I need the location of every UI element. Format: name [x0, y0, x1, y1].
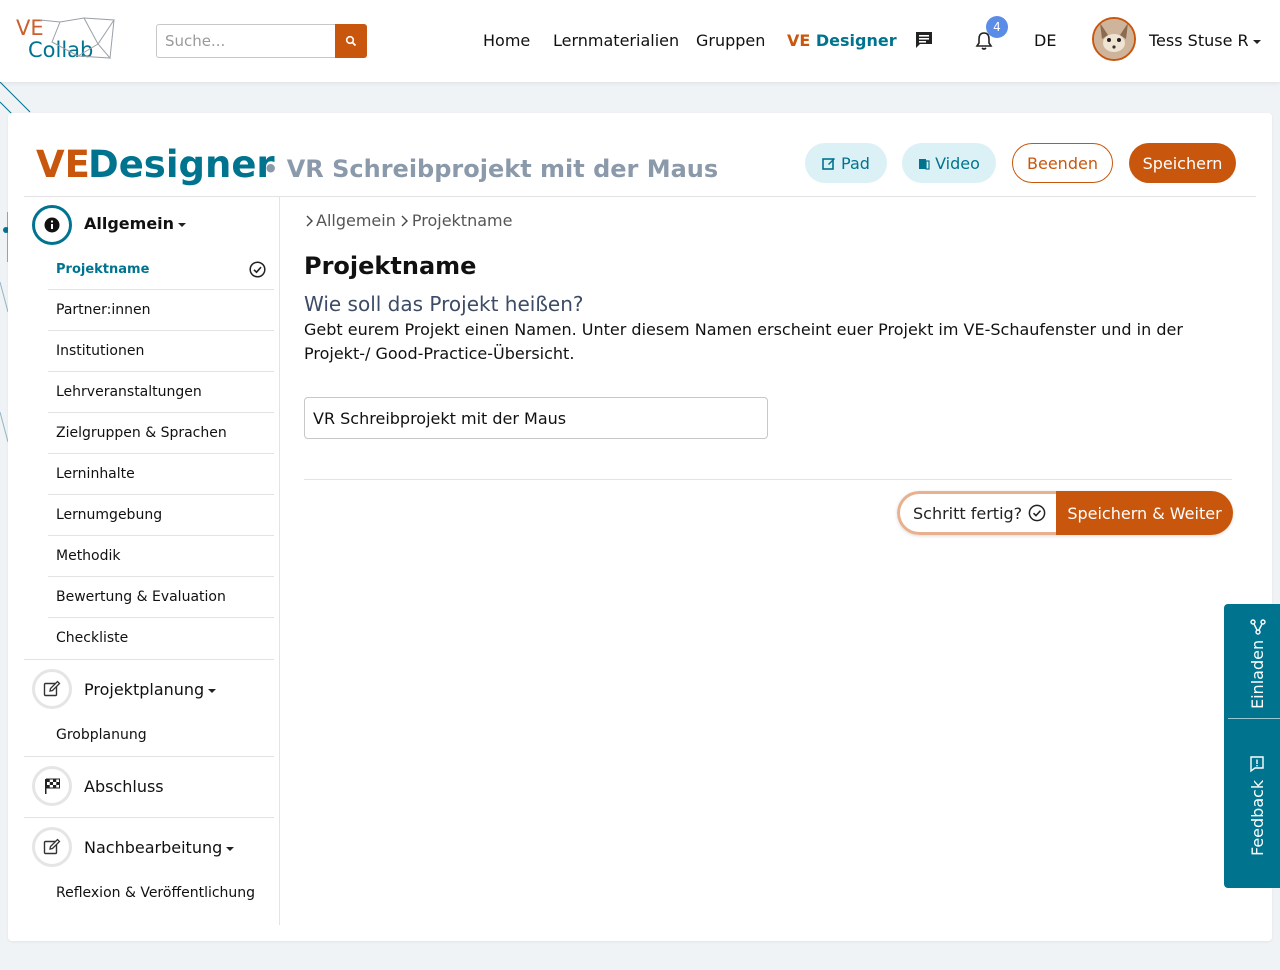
followup-section-icon [32, 827, 72, 867]
nav-home-link[interactable]: Home [483, 31, 530, 50]
section-followup-toggle[interactable]: Nachbearbeitung [84, 838, 235, 857]
invite-tab-label: Einladen [1248, 639, 1267, 709]
logo-network-icon [39, 17, 115, 59]
breadcrumb-item[interactable]: Projektname [412, 211, 513, 230]
check-circle-icon [1028, 504, 1046, 522]
sidebar-item-lernumgebung[interactable]: Lernumgebung [48, 495, 274, 536]
feedback-tab-label: Feedback [1248, 779, 1267, 856]
sidebar-item-methodik[interactable]: Methodik [48, 536, 274, 577]
user-avatar[interactable] [1092, 17, 1136, 61]
save-next-button[interactable]: Speichern & Weiter [1056, 491, 1233, 535]
sidebar-item-checkliste[interactable]: Checkliste [48, 618, 274, 659]
chevron-right-icon [401, 215, 408, 226]
pad-button[interactable]: Pad [805, 143, 887, 183]
caret-down-icon [178, 222, 187, 227]
caret-down-icon [1252, 39, 1261, 44]
feedback-tab[interactable]: Feedback [1224, 719, 1280, 888]
planning-section-icon [32, 669, 72, 709]
sidebar-item-bewertung[interactable]: Bewertung & Evaluation [48, 577, 274, 618]
section-general-toggle[interactable]: Allgemein [84, 214, 187, 233]
sidebar-divider [24, 756, 274, 757]
search-button[interactable] [335, 24, 367, 58]
end-button[interactable]: Beenden [1012, 143, 1113, 183]
breadcrumb: Allgemein Projektname [304, 211, 512, 230]
sidebar-item-reflexion[interactable]: Reflexion & Veröffentlichung [48, 873, 274, 914]
title-designer: Designer [88, 143, 275, 186]
video-button[interactable]: Video [902, 143, 996, 183]
closing-section-icon [32, 766, 72, 806]
door-video-icon [919, 159, 930, 170]
side-tabs: Einladen Feedback [1224, 604, 1280, 888]
invite-tab[interactable]: Einladen [1224, 604, 1280, 718]
designer-card: VE Designer • VR Schreibprojekt mit der … [8, 113, 1272, 941]
language-switch[interactable]: DE [1034, 31, 1056, 50]
page-title: Projektname [304, 252, 477, 280]
checkered-flag-icon [45, 778, 60, 794]
chevron-right-icon [306, 215, 313, 226]
project-name-input[interactable] [304, 397, 768, 439]
caret-down-icon [208, 688, 217, 693]
sidebar-item-projektname[interactable]: Projektname [48, 249, 274, 290]
designer-sidebar: Allgemein Projektname Partner:innen Inst… [24, 197, 280, 925]
sidebar-item-lehrveranstaltungen[interactable]: Lehrveranstaltungen [48, 372, 274, 413]
step-done-toggle[interactable]: Schritt fertig? [897, 491, 1057, 535]
sidebar-divider [24, 659, 274, 660]
sidebar-item-grobplanung[interactable]: Grobplanung [48, 715, 274, 756]
section-closing-link[interactable]: Abschluss [84, 777, 164, 796]
content-divider [304, 479, 1232, 480]
breadcrumb-item[interactable]: Allgemein [316, 211, 396, 230]
top-navbar: VE Collab Home Lernmaterialien Gruppen V… [0, 0, 1280, 82]
notification-count-badge: 4 [986, 16, 1008, 38]
sidebar-divider [24, 817, 274, 818]
project-subtitle: • VR Schreibprojekt mit der Maus [263, 155, 719, 183]
info-icon [44, 217, 60, 233]
search-input[interactable] [156, 24, 336, 58]
info-section-icon [32, 205, 72, 245]
check-circle-icon [249, 261, 266, 278]
section-planning-toggle[interactable]: Projektplanung [84, 680, 217, 699]
nav-groups-link[interactable]: Gruppen [696, 31, 765, 50]
vecollab-logo[interactable]: VE Collab [14, 16, 118, 66]
nav-materials-link[interactable]: Lernmaterialien [553, 31, 679, 50]
edit-icon [43, 838, 61, 855]
step-actions: Schritt fertig? Speichern & Weiter [897, 491, 1233, 535]
save-button[interactable]: Speichern [1129, 143, 1236, 183]
user-menu[interactable]: Tess Stuse R [1149, 31, 1261, 50]
nav-ve-designer-link[interactable]: VE Designer [787, 31, 897, 50]
sidebar-item-partner[interactable]: Partner:innen [48, 290, 274, 331]
description-text: Gebt eurem Projekt einen Namen. Unter di… [304, 320, 1183, 363]
search-icon [345, 35, 357, 47]
question-text: Wie soll das Projekt heißen? [304, 292, 584, 316]
search-bar [156, 24, 367, 58]
caret-down-icon [226, 846, 235, 851]
edit-pad-icon [822, 158, 836, 170]
share-icon [1250, 619, 1266, 635]
sidebar-item-lerninhalte[interactable]: Lerninhalte [48, 454, 274, 495]
sidebar-item-institutionen[interactable]: Institutionen [48, 331, 274, 372]
chat-icon[interactable] [914, 30, 934, 50]
title-ve: VE [36, 143, 90, 186]
sidebar-item-zielgruppen[interactable]: Zielgruppen & Sprachen [48, 413, 274, 454]
edit-icon [43, 680, 61, 697]
feedback-icon [1250, 756, 1264, 773]
fox-avatar-image [1094, 19, 1134, 59]
